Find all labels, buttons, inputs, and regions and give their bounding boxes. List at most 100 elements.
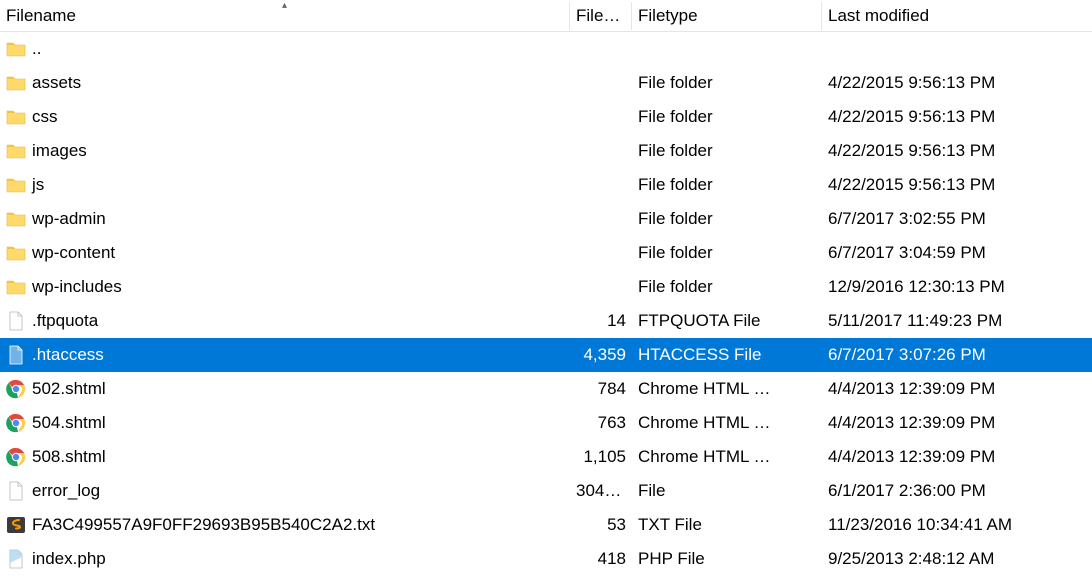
folder-icon xyxy=(6,277,26,297)
filetype-cell: File folder xyxy=(632,175,822,195)
filename-cell[interactable]: .. xyxy=(0,39,570,59)
filename-label: index.php xyxy=(32,549,106,569)
table-row[interactable]: wp-admin File folder6/7/2017 3:02:55 PM xyxy=(0,202,1092,236)
filename-label: wp-includes xyxy=(32,277,122,297)
filename-cell[interactable]: assets xyxy=(0,73,570,93)
filetype-cell: File xyxy=(632,481,822,501)
folder-icon xyxy=(6,107,26,127)
lastmodified-cell: 6/7/2017 3:02:55 PM xyxy=(822,209,1092,229)
table-row[interactable]: 504.shtml763Chrome HTML …4/4/2013 12:39:… xyxy=(0,406,1092,440)
filename-cell[interactable]: index.php xyxy=(0,549,570,569)
filename-label: .ftpquota xyxy=(32,311,98,331)
text-editor-icon xyxy=(6,515,26,535)
table-row[interactable]: error_log304,…File6/1/2017 2:36:00 PM xyxy=(0,474,1092,508)
filename-cell[interactable]: 508.shtml xyxy=(0,447,570,467)
lastmodified-cell: 6/7/2017 3:04:59 PM xyxy=(822,243,1092,263)
chrome-icon xyxy=(6,379,26,399)
filetype-cell: PHP File xyxy=(632,549,822,569)
filetype-cell: File folder xyxy=(632,141,822,161)
lastmodified-cell: 4/22/2015 9:56:13 PM xyxy=(822,107,1092,127)
filename-label: .. xyxy=(32,39,41,59)
lastmodified-cell: 4/4/2013 12:39:09 PM xyxy=(822,413,1092,433)
table-row[interactable]: images File folder4/22/2015 9:56:13 PM xyxy=(0,134,1092,168)
filename-label: FA3C499557A9F0FF29693B95B540C2A2.txt xyxy=(32,515,375,535)
filetype-cell: File folder xyxy=(632,243,822,263)
file-list: .. assetsFile folder4/22/2015 9:56:13 PM… xyxy=(0,32,1092,576)
filename-cell[interactable]: wp-content xyxy=(0,243,570,263)
sort-indicator-icon: ▴ xyxy=(282,2,287,10)
column-header-lastmodified[interactable]: Last modified xyxy=(822,2,1092,30)
filename-cell[interactable]: images xyxy=(0,141,570,161)
filename-cell[interactable]: 504.shtml xyxy=(0,413,570,433)
column-header-row: Filename ▴ File… Filetype Last modified xyxy=(0,0,1092,32)
lastmodified-cell: 4/22/2015 9:56:13 PM xyxy=(822,73,1092,93)
file-icon xyxy=(6,311,26,331)
filetype-cell: FTPQUOTA File xyxy=(632,311,822,331)
chrome-icon xyxy=(6,413,26,433)
column-header-filesize[interactable]: File… xyxy=(570,2,632,30)
lastmodified-cell: 6/7/2017 3:07:26 PM xyxy=(822,345,1092,365)
column-header-label: Filetype xyxy=(638,6,698,25)
file-icon xyxy=(6,345,26,365)
lastmodified-cell: 9/25/2013 2:48:12 AM xyxy=(822,549,1092,569)
chrome-icon xyxy=(6,447,26,467)
folder-icon xyxy=(6,175,26,195)
folder-icon xyxy=(6,39,26,59)
filename-cell[interactable]: wp-includes xyxy=(0,277,570,297)
chrome-icon xyxy=(6,379,26,399)
lastmodified-cell: 4/22/2015 9:56:13 PM xyxy=(822,175,1092,195)
table-row[interactable]: .. xyxy=(0,32,1092,66)
filetype-cell: File folder xyxy=(632,73,822,93)
table-row[interactable]: wp-content File folder6/7/2017 3:04:59 PM xyxy=(0,236,1092,270)
filename-label: 508.shtml xyxy=(32,447,106,467)
column-header-filename[interactable]: Filename ▴ xyxy=(0,2,570,30)
lastmodified-cell: 11/23/2016 10:34:41 AM xyxy=(822,515,1092,535)
folder-icon xyxy=(6,141,26,161)
filename-cell[interactable]: js xyxy=(0,175,570,195)
table-row[interactable]: js File folder4/22/2015 9:56:13 PM xyxy=(0,168,1092,202)
filename-label: .htaccess xyxy=(32,345,104,365)
folder-icon xyxy=(6,175,26,195)
filename-label: 502.shtml xyxy=(32,379,106,399)
table-row[interactable]: .ftpquota14FTPQUOTA File5/11/2017 11:49:… xyxy=(0,304,1092,338)
filetype-cell: HTACCESS File xyxy=(632,345,822,365)
folder-icon xyxy=(6,277,26,297)
filetype-cell: Chrome HTML … xyxy=(632,447,822,467)
table-row[interactable]: FA3C499557A9F0FF29693B95B540C2A2.txt53TX… xyxy=(0,508,1092,542)
filename-cell[interactable]: wp-admin xyxy=(0,209,570,229)
folder-icon xyxy=(6,243,26,263)
filetype-cell: File folder xyxy=(632,107,822,127)
file-icon xyxy=(6,345,26,365)
filename-label: js xyxy=(32,175,44,195)
filetype-cell: Chrome HTML … xyxy=(632,379,822,399)
lastmodified-cell: 4/22/2015 9:56:13 PM xyxy=(822,141,1092,161)
filename-cell[interactable]: .htaccess xyxy=(0,345,570,365)
table-row[interactable]: wp-includesFile folder12/9/2016 12:30:13… xyxy=(0,270,1092,304)
folder-icon xyxy=(6,141,26,161)
filename-cell[interactable]: FA3C499557A9F0FF29693B95B540C2A2.txt xyxy=(0,515,570,535)
filename-label: 504.shtml xyxy=(32,413,106,433)
filetype-cell: Chrome HTML … xyxy=(632,413,822,433)
folder-icon xyxy=(6,209,26,229)
table-row[interactable]: index.php418PHP File9/25/2013 2:48:12 AM xyxy=(0,542,1092,576)
filename-label: images xyxy=(32,141,87,161)
table-row[interactable]: .htaccess4,359HTACCESS File6/7/2017 3:07… xyxy=(0,338,1092,372)
folder-icon xyxy=(6,209,26,229)
filename-cell[interactable]: error_log xyxy=(0,481,570,501)
filename-cell[interactable]: .ftpquota xyxy=(0,311,570,331)
filename-label: error_log xyxy=(32,481,100,501)
file-icon xyxy=(6,311,26,331)
table-row[interactable]: assets File folder4/22/2015 9:56:13 PM xyxy=(0,66,1092,100)
table-row[interactable]: 502.shtml784Chrome HTML …4/4/2013 12:39:… xyxy=(0,372,1092,406)
table-row[interactable]: css File folder4/22/2015 9:56:13 PM xyxy=(0,100,1092,134)
table-row[interactable]: 508.shtml1,105Chrome HTML …4/4/2013 12:3… xyxy=(0,440,1092,474)
column-header-filetype[interactable]: Filetype xyxy=(632,2,822,30)
chrome-icon xyxy=(6,413,26,433)
lastmodified-cell: 6/1/2017 2:36:00 PM xyxy=(822,481,1092,501)
folder-icon xyxy=(6,243,26,263)
filetype-cell: File folder xyxy=(632,209,822,229)
folder-icon xyxy=(6,107,26,127)
filename-cell[interactable]: 502.shtml xyxy=(0,379,570,399)
filename-cell[interactable]: css xyxy=(0,107,570,127)
filename-label: css xyxy=(32,107,58,127)
